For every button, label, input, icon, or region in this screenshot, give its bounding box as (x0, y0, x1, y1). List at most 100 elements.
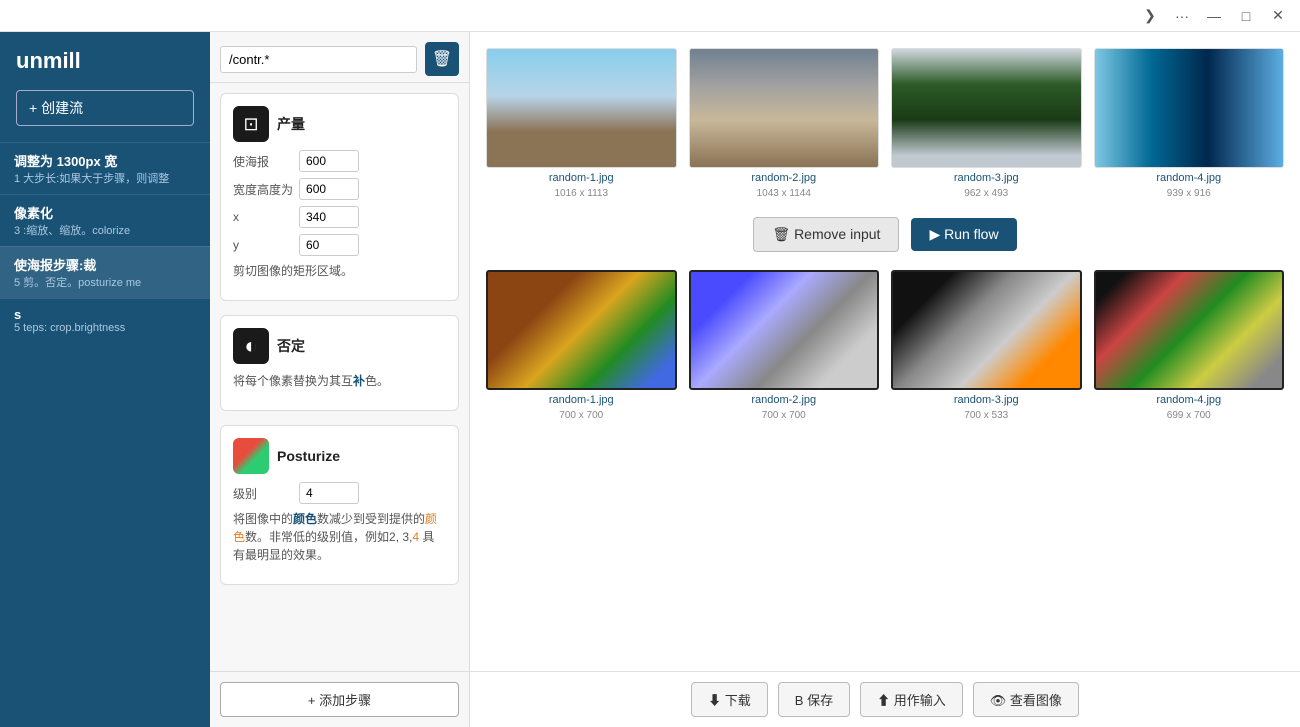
input-image-cell-2: random-2.jpg 1043 x 1144 (689, 48, 880, 199)
sidebar-item-pixelize-subtitle: 3 :缩放、缩放。colorize (14, 222, 196, 238)
sidebar-item-crop-title: 使海报步骤:裁 (14, 255, 196, 274)
output-image-cell-3: random-3.jpg 700 x 533 (891, 270, 1082, 421)
title-bar: ❯ ··· — □ ✕ (0, 0, 1300, 32)
step-card-negate: ◐ 否定 将每个像素替换为其互补色。 (220, 315, 459, 411)
output-image-4-size: 699 x 700 (1167, 410, 1211, 421)
posturize-field-level-label: 级别 (233, 485, 293, 502)
step-card-posturize: Posturize 级别 将图像中的颜色数减少到受到提供的颜色数。非常低的级别值… (220, 425, 459, 585)
run-flow-button[interactable]: ▶ Run flow (911, 218, 1016, 251)
trash-button[interactable]: 🗑 (425, 42, 459, 76)
input-image-4-name: random-4.jpg (1156, 172, 1221, 184)
output-image-2[interactable] (689, 270, 880, 390)
middle-panel: 🗑 ⊡ 产量 使海报 宽度高度为 x (210, 32, 470, 727)
crop-step-title: 产量 (277, 114, 305, 134)
output-image-2-size: 700 x 700 (762, 410, 806, 421)
input-image-cell-3: random-3.jpg 962 x 493 (891, 48, 1082, 199)
output-image-cell-1: random-1.jpg 700 x 700 (486, 270, 677, 421)
main-layout: unmill + 创建流 调整为 1300px 宽 1 大步长:如果大于步骤，则… (0, 32, 1300, 727)
output-image-1-size: 700 x 700 (559, 410, 603, 421)
crop-field-y: y (233, 234, 446, 256)
step-card-crop: ⊡ 产量 使海报 宽度高度为 x y (220, 93, 459, 301)
sidebar-item-pixelize-title: 像素化 (14, 203, 196, 222)
sidebar-item-brightness[interactable]: s 5 teps: crop.brightness (0, 298, 210, 342)
more-btn[interactable]: ··· (1168, 2, 1196, 30)
maximize-btn[interactable]: □ (1232, 2, 1260, 30)
sidebar-title: unmill (0, 32, 210, 82)
output-image-4[interactable] (1094, 270, 1285, 390)
output-image-grid: random-1.jpg 700 x 700 random-2.jpg 700 … (470, 262, 1300, 429)
output-image-1[interactable] (486, 270, 677, 390)
crop-step-desc: 剪切图像的矩形区域。 (233, 262, 446, 280)
crop-field-poster-input[interactable] (299, 150, 359, 172)
input-image-3-name: random-3.jpg (954, 172, 1019, 184)
negate-step-title: 否定 (277, 336, 305, 356)
input-image-4-size: 939 x 916 (1167, 188, 1211, 199)
negate-icon: ◐ (233, 328, 269, 364)
posturize-step-desc: 将图像中的颜色数减少到受到提供的颜色数。非常低的级别值，例如2, 3,4 具有最… (233, 510, 446, 564)
crop-icon: ⊡ (233, 106, 269, 142)
download-button[interactable]: ⬇ 下载 (691, 682, 768, 717)
remove-input-button[interactable]: 🗑 Remove input (753, 217, 899, 252)
sidebar-item-crop-subtitle: 5 剪。否定。posturize me (14, 274, 196, 290)
action-row: 🗑 Remove input ▶ Run flow (470, 207, 1300, 262)
input-image-2-size: 1043 x 1144 (757, 188, 811, 199)
sidebar-item-resize-title: 调整为 1300px 宽 (14, 151, 196, 170)
upload-as-input-button[interactable]: ⬆ 用作输入 (860, 682, 963, 717)
crop-field-size-input[interactable] (299, 178, 359, 200)
spacer (470, 429, 1300, 671)
middle-top-bar: 🗑 (210, 32, 469, 83)
input-image-2-name: random-2.jpg (751, 172, 816, 184)
output-image-cell-4: random-4.jpg 699 x 700 (1094, 270, 1285, 421)
input-image-4[interactable] (1094, 48, 1285, 168)
output-image-4-name: random-4.jpg (1156, 394, 1221, 406)
posturize-icon (233, 438, 269, 474)
crop-field-x-input[interactable] (299, 206, 359, 228)
crop-field-y-input[interactable] (299, 234, 359, 256)
save-button[interactable]: B 保存 (778, 682, 850, 717)
output-image-3-name: random-3.jpg (954, 394, 1019, 406)
negate-step-desc: 将每个像素替换为其互补色。 (233, 372, 446, 390)
close-btn[interactable]: ✕ (1264, 2, 1292, 30)
right-panel: random-1.jpg 1016 x 1113 random-2.jpg 10… (470, 32, 1300, 727)
minimize-btn[interactable]: — (1200, 2, 1228, 30)
output-image-3-size: 700 x 533 (964, 410, 1008, 421)
chevron-btn[interactable]: ❯ (1136, 2, 1164, 30)
add-step-button[interactable]: + 添加步骤 (220, 682, 459, 717)
crop-field-x: x (233, 206, 446, 228)
posturize-field-level-input[interactable] (299, 482, 359, 504)
crop-field-poster: 使海报 (233, 150, 446, 172)
crop-field-size: 宽度高度为 (233, 178, 446, 200)
sidebar-item-brightness-subtitle: 5 teps: crop.brightness (14, 322, 196, 334)
output-image-2-name: random-2.jpg (751, 394, 816, 406)
input-image-1-size: 1016 x 1113 (554, 188, 608, 199)
view-image-button[interactable]: 👁 查看图像 (973, 682, 1079, 717)
steps-scroll-area[interactable]: ⊡ 产量 使海报 宽度高度为 x y (210, 83, 469, 671)
sidebar-item-pixelize[interactable]: 像素化 3 :缩放、缩放。colorize (0, 194, 210, 246)
search-input[interactable] (220, 46, 417, 73)
sidebar-item-resize[interactable]: 调整为 1300px 宽 1 大步长:如果大于步骤，则调整 (0, 142, 210, 194)
input-image-grid: random-1.jpg 1016 x 1113 random-2.jpg 10… (470, 32, 1300, 207)
sidebar-item-brightness-title: s (14, 307, 196, 322)
create-flow-button[interactable]: + 创建流 (16, 90, 194, 126)
posturize-field-level: 级别 (233, 482, 446, 504)
sidebar-item-crop[interactable]: 使海报步骤:裁 5 剪。否定。posturize me (0, 246, 210, 298)
title-bar-controls: ❯ ··· — □ ✕ (1136, 2, 1292, 30)
input-image-2[interactable] (689, 48, 880, 168)
crop-field-y-label: y (233, 238, 293, 252)
output-image-1-name: random-1.jpg (549, 394, 614, 406)
step-negate-header: ◐ 否定 (233, 328, 446, 364)
sidebar-item-resize-subtitle: 1 大步长:如果大于步骤，则调整 (14, 170, 196, 186)
crop-field-x-label: x (233, 210, 293, 224)
crop-field-size-label: 宽度高度为 (233, 181, 293, 198)
posturize-step-title: Posturize (277, 448, 340, 464)
bottom-toolbar: ⬇ 下载 B 保存 ⬆ 用作输入 👁 查看图像 (470, 671, 1300, 727)
input-image-3-size: 962 x 493 (964, 188, 1008, 199)
output-image-cell-2: random-2.jpg 700 x 700 (689, 270, 880, 421)
input-image-cell-4: random-4.jpg 939 x 916 (1094, 48, 1285, 199)
input-image-cell-1: random-1.jpg 1016 x 1113 (486, 48, 677, 199)
crop-field-poster-label: 使海报 (233, 153, 293, 170)
output-image-3[interactable] (891, 270, 1082, 390)
input-image-1[interactable] (486, 48, 677, 168)
input-image-3[interactable] (891, 48, 1082, 168)
middle-bottom: + 添加步骤 (210, 671, 469, 727)
